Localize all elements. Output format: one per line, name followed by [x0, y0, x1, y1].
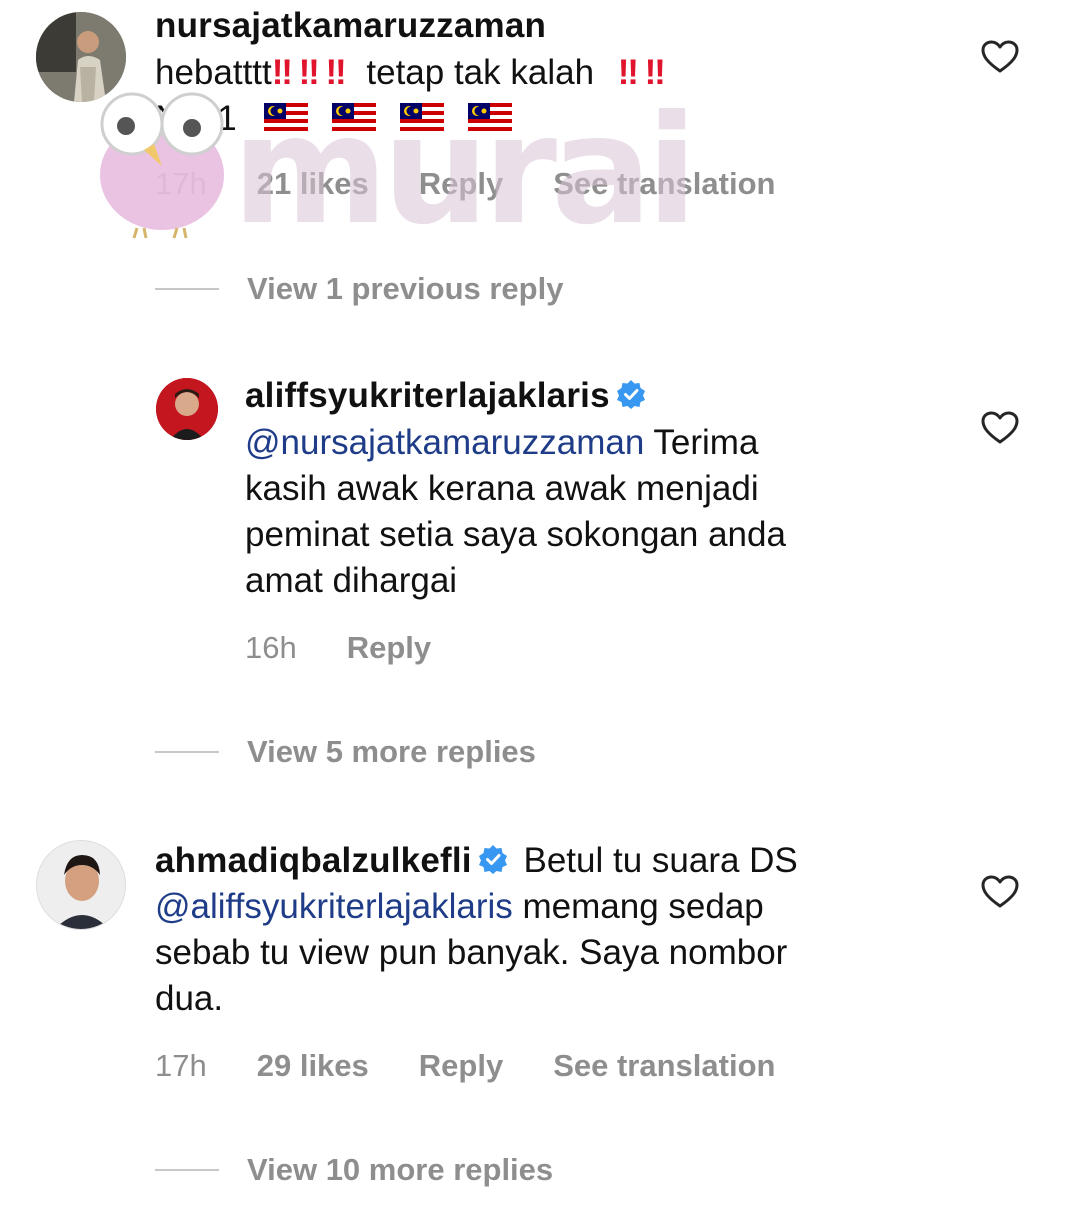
comment-text-part: Betul tu suara DS [523, 841, 798, 880]
username-text: aliffsyukriterlajaklaris [245, 376, 610, 415]
reply-button[interactable]: Reply [419, 1048, 503, 1084]
likes-count[interactable]: 29 likes [257, 1048, 369, 1084]
double-exclamation-icon: ‼ [617, 53, 639, 92]
double-exclamation-icon: ‼ [325, 53, 347, 92]
double-exclamation-icon: ‼ [644, 53, 666, 92]
comment-text-part: NO 1 [155, 99, 237, 138]
view-replies-button[interactable]: View 10 more replies [155, 1152, 553, 1188]
view-replies-button[interactable]: View 5 more replies [155, 734, 536, 770]
comment-text-line: NO 1 [155, 96, 526, 142]
reply-button[interactable]: Reply [347, 630, 431, 666]
see-translation-button[interactable]: See translation [553, 1048, 775, 1084]
comment-text-part: memang sedap [522, 887, 764, 926]
view-replies-label: View 5 more replies [247, 734, 536, 769]
comment-text: @nursajatkamaruzzaman Terima [245, 420, 758, 466]
comments-screen: nursajatkamaruzzaman hebatttt‼ ‼ ‼ tetap… [0, 0, 1080, 1217]
comment-text-line: sebab tu view pun banyak. Saya nombor [155, 933, 788, 972]
divider-line [155, 288, 219, 290]
mention-link[interactable]: @aliffsyukriterlajaklaris [155, 887, 513, 926]
comment-text-part: tetap tak kalah [366, 53, 595, 92]
comment-text: hebatttt‼ ‼ ‼ tetap tak kalah ‼ ‼ [155, 50, 666, 96]
reply-button[interactable]: Reply [419, 166, 503, 202]
heart-outline-icon[interactable] [981, 411, 1019, 445]
divider-line [155, 1169, 219, 1171]
comment-text-line: kasih awak kerana awak menjadi [245, 469, 759, 508]
divider-line [155, 751, 219, 753]
see-translation-button[interactable]: See translation [553, 166, 775, 202]
comment-text-line: peminat setia saya sokongan anda [245, 515, 786, 554]
avatar[interactable] [156, 378, 218, 440]
malaysia-flag-icon [399, 102, 444, 131]
view-replies-label: View 1 previous reply [247, 271, 564, 306]
comment-username[interactable]: aliffsyukriterlajaklaris [245, 374, 646, 418]
heart-outline-icon[interactable] [981, 875, 1019, 909]
heart-outline-icon[interactable] [981, 40, 1019, 74]
comment-meta: 16h Reply [245, 630, 481, 666]
verified-badge-icon [478, 844, 507, 874]
likes-count[interactable]: 21 likes [257, 166, 369, 202]
comment-text-part: hebatttt [155, 53, 272, 92]
comment-time: 17h [155, 1048, 207, 1083]
view-replies-button[interactable]: View 1 previous reply [155, 271, 563, 307]
avatar[interactable] [36, 840, 126, 930]
comment-text-line: amat dihargai [245, 561, 458, 600]
comment-meta: 17h 29 likes Reply See translation [155, 1048, 825, 1084]
comment-text-line: dua. [155, 979, 224, 1018]
mention-link[interactable]: @nursajatkamaruzzaman [245, 423, 644, 462]
malaysia-flag-icon [332, 102, 377, 131]
comment-username[interactable]: nursajatkamaruzzaman [155, 4, 546, 48]
verified-badge-icon [616, 379, 645, 409]
comment-meta: 17h 21 likes Reply See translation [155, 166, 825, 202]
avatar[interactable] [36, 12, 126, 102]
comment-time: 17h [155, 166, 207, 201]
double-exclamation-icon: ‼ [271, 53, 293, 92]
comment-text: ahmadiqbalzulkefli Betul tu suara DS [155, 838, 798, 884]
malaysia-flag-icon [467, 102, 512, 131]
comment-time: 16h [245, 630, 297, 665]
comment-username[interactable]: ahmadiqbalzulkefli [155, 841, 472, 880]
malaysia-flag-icon [264, 102, 309, 131]
comment-text-part: Terima [653, 423, 759, 462]
view-replies-label: View 10 more replies [247, 1152, 554, 1187]
double-exclamation-icon: ‼ [298, 53, 320, 92]
comment-text-line: @aliffsyukriterlajaklaris memang sedap [155, 884, 764, 930]
